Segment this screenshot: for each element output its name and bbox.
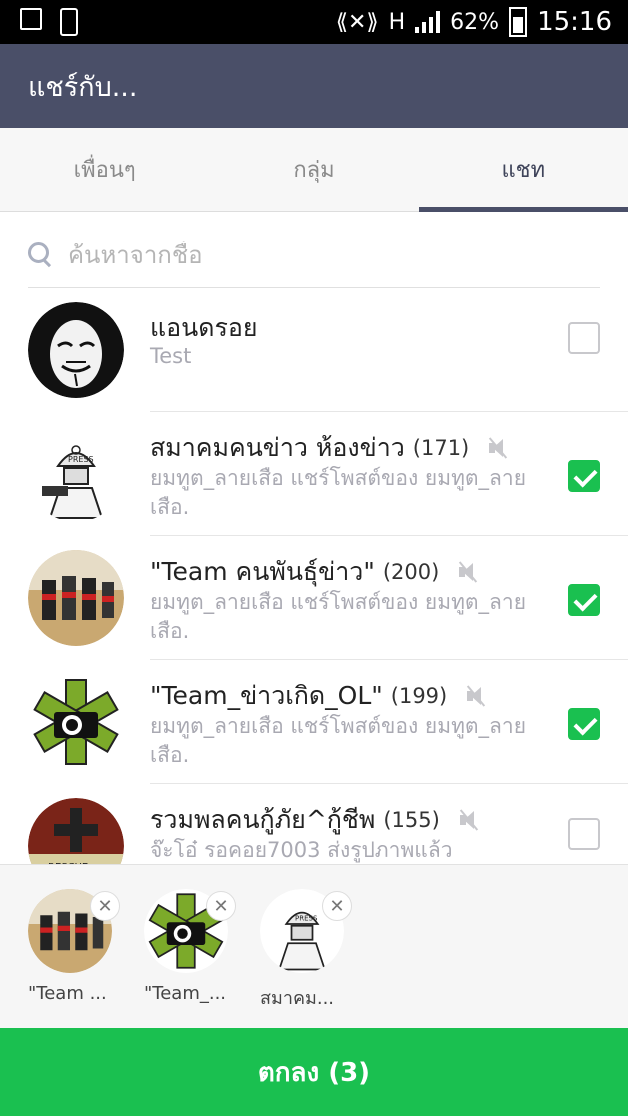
select-checkbox[interactable]	[568, 584, 600, 616]
chat-subtitle: ยมทูต_ลายเสือ แชร์โพสต์ของ ยมทูต_ลายเสือ…	[150, 590, 527, 643]
search-bar	[28, 222, 600, 288]
select-checkbox[interactable]	[568, 708, 600, 740]
selected-chat[interactable]: ✕ "Team ...	[28, 889, 124, 1004]
svg-text:PRESS: PRESS	[68, 455, 94, 464]
selected-chats-bar: ✕ "Team ... ✕ "Team_... PRESS ✕ สมาคม...	[0, 864, 628, 1028]
chat-title: สมาคมคนข่าว ห้องข่าว	[150, 433, 405, 462]
tab-groups[interactable]: กลุ่ม	[209, 128, 418, 211]
selected-chat[interactable]: ✕ "Team_...	[144, 889, 240, 1004]
remove-icon[interactable]: ✕	[322, 891, 352, 921]
svg-text:PRESS: PRESS	[295, 915, 318, 923]
mute-icon	[487, 437, 509, 459]
member-count: (171)	[412, 436, 470, 460]
vibrate-icon: ⟪✕⟫	[335, 9, 379, 35]
list-item[interactable]: แอนดรอย Test	[0, 290, 628, 412]
chat-title: "Team_ข่าวเกิด_OL"	[150, 681, 383, 710]
chat-subtitle: จ๊ะโอ๋ รอคอย7003 ส่งรูปภาพแล้ว	[150, 838, 453, 862]
select-checkbox[interactable]	[568, 818, 600, 850]
search-icon	[28, 241, 54, 268]
clock: 15:16	[537, 7, 612, 37]
ok-button-label: ตกลง (3)	[257, 1057, 371, 1088]
selected-chat[interactable]: PRESS ✕ สมาคม...	[260, 889, 356, 1012]
anonymous-mask-avatar	[28, 302, 124, 398]
signal-icon	[415, 11, 441, 33]
selected-chat-label: สมาคม...	[260, 988, 335, 1009]
phone-icon	[60, 8, 78, 36]
mute-icon	[458, 809, 480, 831]
remove-icon[interactable]: ✕	[90, 891, 120, 921]
list-item[interactable]: PRESS สมาคมคนข่าว ห้องข่าว (171) ยมทูต_ล…	[0, 412, 628, 536]
chat-subtitle: ยมทูต_ลายเสือ แชร์โพสต์ของ ยมทูต_ลายเสือ…	[150, 466, 527, 519]
app-bar: แชร์กับ...	[0, 44, 628, 128]
chat-title: "Team คนพันธุ์ข่าว"	[150, 557, 375, 586]
select-checkbox[interactable]	[568, 460, 600, 492]
select-checkbox[interactable]	[568, 322, 600, 354]
tab-bar: เพื่อนๆ กลุ่ม แชท	[0, 128, 628, 212]
press-soldier-avatar: PRESS	[28, 426, 124, 522]
network-type: H	[388, 9, 406, 35]
microphones-avatar	[28, 550, 124, 646]
battery-percent: 62%	[450, 9, 500, 35]
mute-icon	[457, 561, 479, 583]
chat-subtitle: ยมทูต_ลายเสือ แชร์โพสต์ของ ยมทูต_ลายเสือ…	[150, 714, 527, 767]
selected-chat-label: "Team ...	[28, 983, 107, 1004]
chat-list[interactable]: แอนดรอย Test PRESS สมาคมคนข่าว ห้องข่าว …	[0, 290, 628, 864]
status-bar: ⟪✕⟫ H 62% 15:16	[0, 0, 628, 44]
list-item[interactable]: "Team คนพันธุ์ข่าว" (200) ยมทูต_ลายเสือ …	[0, 536, 628, 660]
chat-title: รวมพลคนกู้ภัย^กู้ชีพ	[150, 805, 376, 834]
camera-star-avatar	[28, 674, 124, 770]
remove-icon[interactable]: ✕	[206, 891, 236, 921]
chat-subtitle: Test	[150, 344, 192, 368]
member-count: (199)	[390, 684, 448, 708]
ok-button[interactable]: ตกลง (3)	[0, 1028, 628, 1116]
battery-icon	[509, 7, 528, 37]
list-item[interactable]: RESCUE รวมพลคนกู้ภัย^กู้ชีพ (155) จ๊ะโอ๋…	[0, 784, 628, 864]
member-count: (200)	[382, 560, 440, 584]
gallery-icon	[20, 8, 42, 30]
list-item[interactable]: "Team_ข่าวเกิด_OL" (199) ยมทูต_ลายเสือ แ…	[0, 660, 628, 784]
tab-chats[interactable]: แชท	[418, 128, 628, 212]
selected-chat-label: "Team_...	[144, 983, 227, 1004]
rescue-avatar: RESCUE	[28, 798, 124, 864]
search-input[interactable]	[68, 240, 568, 269]
member-count: (155)	[383, 808, 440, 832]
tab-friends[interactable]: เพื่อนๆ	[0, 128, 209, 211]
page-title: แชร์กับ...	[28, 71, 138, 103]
mute-icon	[465, 685, 487, 707]
